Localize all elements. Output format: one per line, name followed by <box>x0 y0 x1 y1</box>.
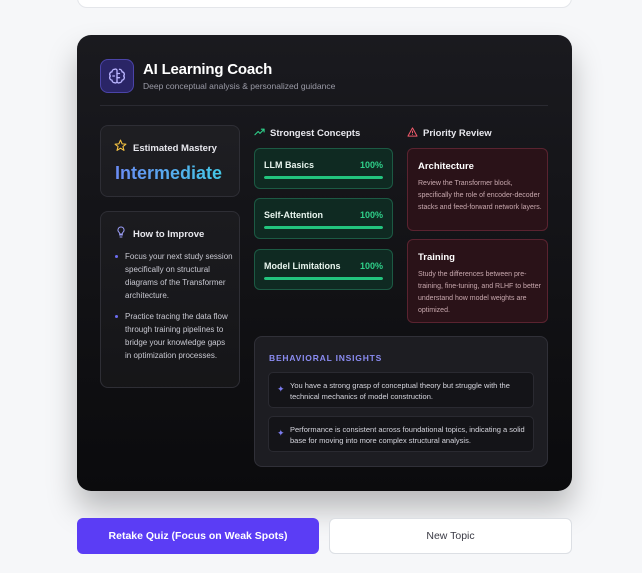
header-divider <box>100 105 548 106</box>
sparkle-icon: ✦ <box>277 428 285 438</box>
insight-text: You have a strong grasp of conceptual th… <box>290 381 510 401</box>
concept-progress-fill <box>264 176 383 179</box>
coach-card: AI Learning Coach Deep conceptual analys… <box>77 35 572 491</box>
mastery-value: Intermediate <box>115 163 223 183</box>
insight-item: ✦ Performance is consistent across found… <box>268 416 534 452</box>
review-text: Review the Transformer block, specifical… <box>418 180 542 211</box>
improve-list: Focus your next study session specifical… <box>115 250 233 370</box>
concept-percent: 100% <box>359 160 383 170</box>
review-card: Training Study the differences between p… <box>407 239 548 323</box>
review-title: Training <box>418 252 455 263</box>
improve-label: How to Improve <box>133 229 205 240</box>
new-topic-button[interactable]: New Topic <box>329 518 572 554</box>
review-title: Architecture <box>418 161 474 172</box>
mastery-label: Estimated Mastery <box>133 143 217 154</box>
concept-name: LLM Basics <box>264 160 315 170</box>
concept-progress-track <box>264 277 383 280</box>
previous-card <box>77 0 572 8</box>
strongest-heading-label: Strongest Concepts <box>270 127 361 139</box>
page-subtitle: Deep conceptual analysis & personalized … <box>143 81 336 91</box>
lightbulb-icon <box>115 225 127 244</box>
mastery-panel: Estimated Mastery Intermediate <box>100 125 240 197</box>
concept-percent: 100% <box>359 261 383 271</box>
concept-name: Self-Attention <box>264 210 323 220</box>
priority-heading-label: Priority Review <box>423 128 492 139</box>
improve-panel: How to Improve Focus your next study ses… <box>100 211 240 388</box>
star-icon <box>114 139 127 157</box>
concept-progress-fill <box>264 277 383 280</box>
review-card: Architecture Review the Transformer bloc… <box>407 148 548 231</box>
concept-card: LLM Basics 100% <box>254 148 393 189</box>
trending-up-icon <box>254 127 265 139</box>
list-item: Focus your next study session specifical… <box>115 250 233 302</box>
concept-progress-track <box>264 176 383 179</box>
sparkle-icon: ✦ <box>277 384 285 394</box>
retake-quiz-button[interactable]: Retake Quiz (Focus on Weak Spots) <box>77 518 319 554</box>
concept-percent: 100% <box>359 210 383 220</box>
insight-text: Performance is consistent across foundat… <box>290 425 525 445</box>
concept-card: Self-Attention 100% <box>254 198 393 239</box>
insight-item: ✦ You have a strong grasp of conceptual … <box>268 372 534 408</box>
concept-card: Model Limitations 100% <box>254 249 393 290</box>
priority-heading: Priority Review <box>407 127 492 140</box>
brain-icon <box>100 59 134 93</box>
strongest-heading: Strongest Concepts <box>254 127 360 139</box>
insights-title: BEHAVIORAL INSIGHTS <box>269 353 383 363</box>
concept-progress-fill <box>264 226 383 229</box>
review-text: Study the differences between pre-traini… <box>418 271 541 314</box>
list-item: Practice tracing the data flow through t… <box>115 310 233 362</box>
alert-triangle-icon <box>407 127 418 140</box>
page-title: AI Learning Coach <box>143 61 273 78</box>
insights-panel: BEHAVIORAL INSIGHTS ✦ You have a strong … <box>254 336 548 467</box>
concept-name: Model Limitations <box>264 261 341 271</box>
concept-progress-track <box>264 226 383 229</box>
